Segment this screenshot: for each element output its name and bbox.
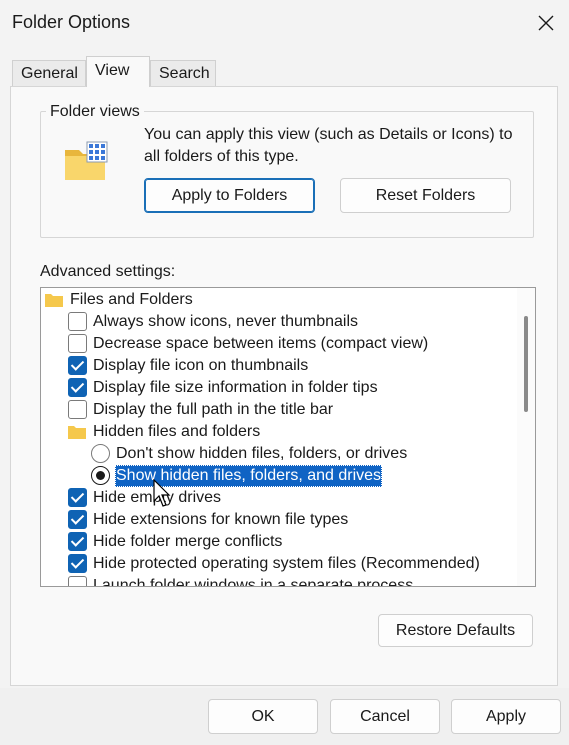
vertical-scrollbar[interactable] — [517, 288, 535, 586]
dialog-footer: OK Cancel Apply — [0, 688, 569, 745]
checkbox[interactable] — [68, 400, 87, 419]
folder-views-legend: Folder views — [46, 103, 144, 121]
scrollbar-thumb[interactable] — [524, 316, 528, 412]
folder-options-dialog: Folder Options General View Search Folde… — [0, 0, 569, 745]
reset-folders-button[interactable]: Reset Folders — [340, 178, 511, 213]
folder-views-description: You can apply this view (such as Details… — [144, 126, 513, 165]
tree-group-label: Hidden files and folders — [93, 423, 261, 440]
list-item-label: Hide folder merge conflicts — [93, 533, 283, 550]
checkbox-checked[interactable] — [68, 532, 87, 551]
folder-views-group: Folder views You can apply this view (su… — [40, 103, 534, 238]
apply-button[interactable]: Apply — [451, 699, 561, 734]
folder-icon — [45, 294, 63, 307]
tab-view[interactable]: View — [86, 56, 150, 87]
checkbox-checked[interactable] — [68, 378, 87, 397]
tab-search[interactable]: Search — [150, 60, 216, 86]
checkbox[interactable] — [68, 312, 87, 331]
list-item-label: Launch folder windows in a separate proc… — [93, 577, 414, 587]
radio-button[interactable] — [91, 444, 110, 463]
list-item-label: Don't show hidden files, folders, or dri… — [116, 445, 408, 462]
close-button[interactable] — [528, 6, 564, 40]
apply-to-folders-button[interactable]: Apply to Folders — [144, 178, 315, 213]
folder-view-icon — [65, 141, 108, 180]
advanced-settings-list[interactable]: Files and Folders Always show icons, nev… — [40, 287, 536, 587]
list-item-label: Display the full path in the title bar — [93, 401, 334, 418]
title-bar: Folder Options — [0, 0, 569, 46]
list-item-label: Hide extensions for known file types — [93, 511, 349, 528]
view-tab-panel: Folder views You can apply this view (su… — [10, 86, 558, 686]
checkbox[interactable] — [68, 334, 87, 353]
ok-button[interactable]: OK — [208, 699, 318, 734]
list-item-label: Display file size information in folder … — [93, 379, 378, 396]
cancel-button[interactable]: Cancel — [330, 699, 440, 734]
folder-icon — [68, 426, 86, 439]
list-item-label: Decrease space between items (compact vi… — [93, 335, 429, 352]
list-item-label: Hide protected operating system files (R… — [93, 555, 480, 572]
list-item-label: Display file icon on thumbnails — [93, 357, 309, 374]
checkbox-checked[interactable] — [68, 488, 87, 507]
checkbox-checked[interactable] — [68, 554, 87, 573]
radio-button-selected[interactable] — [91, 466, 110, 485]
checkbox[interactable] — [68, 576, 87, 586]
restore-defaults-button[interactable]: Restore Defaults — [378, 614, 533, 647]
tree-group-label: Files and Folders — [70, 291, 193, 308]
checkbox-checked[interactable] — [68, 356, 87, 375]
advanced-settings-label: Advanced settings: — [40, 263, 176, 280]
window-title: Folder Options — [12, 12, 131, 32]
close-icon — [538, 15, 554, 31]
mouse-cursor-icon — [153, 479, 171, 507]
list-item-label: Always show icons, never thumbnails — [93, 313, 359, 330]
tab-general[interactable]: General — [12, 60, 86, 86]
checkbox-checked[interactable] — [68, 510, 87, 529]
